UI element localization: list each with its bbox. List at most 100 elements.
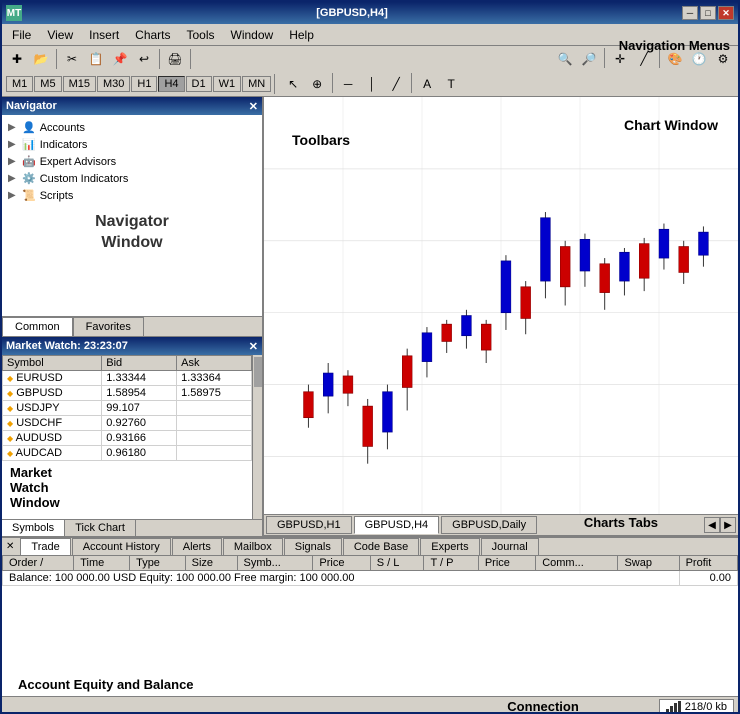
mw-gbpusd-symbol: ◆ GBPUSD xyxy=(3,386,102,401)
mw-row-gbpusd[interactable]: ◆ GBPUSD 1.58954 1.58975 xyxy=(3,386,252,401)
tf-m5[interactable]: M5 xyxy=(34,76,61,92)
mw-audcad-ask xyxy=(177,446,252,461)
menu-window[interactable]: Window xyxy=(223,25,282,45)
toolbar-sep-1 xyxy=(56,49,57,69)
mw-eurusd-ask: 1.33364 xyxy=(177,371,252,386)
tf-m30[interactable]: M30 xyxy=(97,76,130,92)
ea-expand: ▶ xyxy=(8,156,18,167)
tf-mn[interactable]: MN xyxy=(242,76,271,92)
navigator-tabs: Common Favorites xyxy=(2,316,262,336)
market-watch-table: Symbol Bid Ask ◆ EURUSD 1.33344 xyxy=(2,355,252,461)
nav-tab-favorites[interactable]: Favorites xyxy=(73,317,144,336)
vline-tool[interactable]: │ xyxy=(361,73,383,95)
mw-row-usdchf[interactable]: ◆ USDCHF 0.92760 xyxy=(3,416,252,431)
chart-tab-h1[interactable]: GBPUSD,H1 xyxy=(266,516,352,534)
account-equity-annotation: Account Equity and Balance xyxy=(2,673,738,696)
tf-m1[interactable]: M1 xyxy=(6,76,33,92)
new-chart-btn[interactable]: ✚ xyxy=(6,48,28,70)
tf-m15[interactable]: M15 xyxy=(63,76,96,92)
mw-row-audusd[interactable]: ◆ AUDUSD 0.93166 xyxy=(3,431,252,446)
terminal-close-btn[interactable]: ✕ xyxy=(6,541,14,552)
mw-gbpusd-bid: 1.58954 xyxy=(102,386,177,401)
title-bar: MT [GBPUSD,H4] ─ □ ✕ xyxy=(2,2,738,24)
mw-eurusd-bid: 1.33344 xyxy=(102,371,177,386)
chart-tab-daily[interactable]: GBPUSD,Daily xyxy=(441,516,537,534)
text-a-btn[interactable]: A xyxy=(416,73,438,95)
zoom-out-btn[interactable]: 🔎 xyxy=(578,48,600,70)
term-col-comm: Comm... xyxy=(536,556,618,571)
right-area: Chart Window GBPUSD,H1 GBPUSD,H4 GBPUSD,… xyxy=(264,97,738,536)
trend-tool[interactable]: ╱ xyxy=(385,73,407,95)
nav-accounts[interactable]: ▶ 👤 Accounts xyxy=(6,119,258,136)
menu-file[interactable]: File xyxy=(4,25,39,45)
copy-btn[interactable]: 📋 xyxy=(85,48,107,70)
chart-tabs-bar: GBPUSD,H1 GBPUSD,H4 GBPUSD,Daily ◀ ▶ xyxy=(264,514,738,536)
terminal-tab-mailbox[interactable]: Mailbox xyxy=(223,538,283,555)
paste-btn[interactable]: 📌 xyxy=(109,48,131,70)
menu-tools[interactable]: Tools xyxy=(179,25,223,45)
terminal-tab-experts[interactable]: Experts xyxy=(420,538,479,555)
terminal-panel: ✕ Trade Account History Alerts Mailbox S… xyxy=(2,536,738,696)
balance-profit: 0.00 xyxy=(679,571,737,586)
market-watch-scrollbar[interactable] xyxy=(252,355,262,519)
menu-help[interactable]: Help xyxy=(281,25,322,45)
nav-scripts[interactable]: ▶ 📜 Scripts xyxy=(6,187,258,204)
term-col-sl: S / L xyxy=(370,556,424,571)
print-btn[interactable]: 🖨 xyxy=(164,48,186,70)
app-content: ✚ 📂 ✂ 📋 📌 ↩ 🖨 🔍 🔎 ✛ ╱ 🎨 xyxy=(2,46,738,714)
open-btn[interactable]: 📂 xyxy=(30,48,52,70)
chart-nav-left[interactable]: ◀ xyxy=(704,517,720,533)
chart-window-annotation: Chart Window xyxy=(624,117,718,133)
hline-tool[interactable]: ─ xyxy=(337,73,359,95)
navigator-close[interactable]: ✕ xyxy=(249,100,258,113)
market-watch-close[interactable]: ✕ xyxy=(249,340,258,353)
maximize-button[interactable]: □ xyxy=(700,6,716,20)
tf-d1[interactable]: D1 xyxy=(186,76,212,92)
cut-btn[interactable]: ✂ xyxy=(61,48,83,70)
term-col-price: Price xyxy=(313,556,370,571)
menu-insert[interactable]: Insert xyxy=(81,25,127,45)
nav-expert-advisors[interactable]: ▶ 🤖 Expert Advisors xyxy=(6,153,258,170)
menu-charts[interactable]: Charts xyxy=(127,25,178,45)
minimize-button[interactable]: ─ xyxy=(682,6,698,20)
ea-icon: 🤖 xyxy=(22,155,36,168)
mw-tab-symbols[interactable]: Symbols xyxy=(2,520,65,536)
market-watch-tabs: Symbols Tick Chart xyxy=(2,519,262,536)
tf-sep xyxy=(274,74,275,94)
toolbar-area: ✚ 📂 ✂ 📋 📌 ↩ 🖨 🔍 🔎 ✛ ╱ 🎨 xyxy=(2,46,738,97)
tf-h4[interactable]: H4 xyxy=(158,76,184,92)
tf-w1[interactable]: W1 xyxy=(213,76,242,92)
mw-row-eurusd[interactable]: ◆ EURUSD 1.33344 1.33364 xyxy=(3,371,252,386)
close-button[interactable]: ✕ xyxy=(718,6,734,20)
bar2 xyxy=(670,706,673,713)
accounts-icon: 👤 xyxy=(22,121,36,134)
nav-indicators[interactable]: ▶ 📊 Indicators xyxy=(6,136,258,153)
indicators-label: Indicators xyxy=(40,139,88,151)
terminal-tab-trade[interactable]: Trade xyxy=(20,538,70,555)
mw-row-usdjpy[interactable]: ◆ USDJPY 99.107 xyxy=(3,401,252,416)
crosshair-tool[interactable]: ⊕ xyxy=(306,73,328,95)
mw-usdchf-ask xyxy=(177,416,252,431)
terminal-content: Order / Time Type Size Symb... Price S /… xyxy=(2,555,738,673)
accounts-expand: ▶ xyxy=(8,122,18,133)
arrow-tool[interactable]: ↖ xyxy=(282,73,304,95)
terminal-tab-account[interactable]: Account History xyxy=(72,538,171,555)
undo-btn[interactable]: ↩ xyxy=(133,48,155,70)
nav-tab-common[interactable]: Common xyxy=(2,317,73,336)
status-bar: Connection 218/0 kb xyxy=(2,696,738,714)
terminal-tab-codebase[interactable]: Code Base xyxy=(343,538,419,555)
zoom-in-btn[interactable]: 🔍 xyxy=(554,48,576,70)
mw-tab-tick[interactable]: Tick Chart xyxy=(65,520,136,536)
tf-h1[interactable]: H1 xyxy=(131,76,157,92)
connection-annotation: Connection xyxy=(507,699,579,714)
terminal-tab-alerts[interactable]: Alerts xyxy=(172,538,222,555)
mw-usdchf-symbol: ◆ USDCHF xyxy=(3,416,102,431)
nav-custom-indicators[interactable]: ▶ ⚙️ Custom Indicators xyxy=(6,170,258,187)
chart-nav-right[interactable]: ▶ xyxy=(720,517,736,533)
chart-tab-h4[interactable]: GBPUSD,H4 xyxy=(354,516,440,534)
text-t-btn[interactable]: T xyxy=(440,73,462,95)
terminal-tab-journal[interactable]: Journal xyxy=(481,538,539,555)
mw-row-audcad[interactable]: ◆ AUDCAD 0.96180 xyxy=(3,446,252,461)
menu-view[interactable]: View xyxy=(39,25,81,45)
terminal-tab-signals[interactable]: Signals xyxy=(284,538,342,555)
